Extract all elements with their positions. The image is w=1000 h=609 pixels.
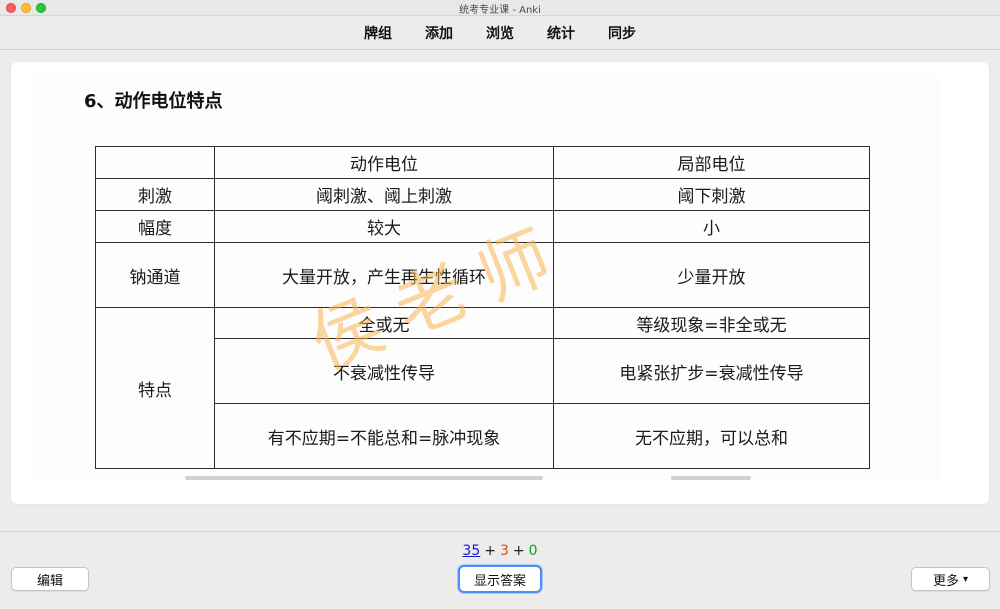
table-cell: 电紧张扩步=衰减性传导: [554, 339, 870, 404]
chevron-down-icon: ▾: [963, 574, 968, 585]
due-counts: 35+3+0: [0, 543, 1000, 559]
more-button[interactable]: 更多 ▾: [911, 567, 990, 591]
main-toolbar: 牌组 添加 浏览 统计 同步: [0, 17, 1000, 50]
more-button-label: 更多: [933, 570, 959, 589]
row-label: 幅度: [96, 211, 215, 243]
toolbar-sync[interactable]: 同步: [608, 21, 636, 45]
table-cell: 无不应期，可以总和: [554, 404, 870, 469]
row-label: 特点: [96, 308, 215, 469]
card-image: 6、动作电位特点 动作电位 局部电位 刺激 阈刺激、阈上刺激 阈下刺激 幅度 较…: [33, 76, 940, 480]
table-cell: 小: [554, 211, 870, 243]
table-row: 刺激 阈刺激、阈上刺激 阈下刺激: [96, 179, 870, 211]
learning-count: 3: [500, 543, 509, 559]
table-header-cell: 局部电位: [554, 147, 870, 179]
edit-button-label: 编辑: [37, 570, 63, 589]
toolbar-stats[interactable]: 统计: [547, 21, 575, 45]
image-scrollbar-left: [185, 476, 543, 480]
table-cell: 阈刺激、阈上刺激: [215, 179, 554, 211]
toolbar-decks[interactable]: 牌组: [364, 21, 392, 45]
review-count: 0: [529, 543, 538, 559]
table-cell: 等级现象=非全或无: [554, 308, 870, 339]
table-cell: 不衰减性传导: [215, 339, 554, 404]
toolbar-browse[interactable]: 浏览: [486, 21, 514, 45]
table-row: 特点 全或无 等级现象=非全或无: [96, 308, 870, 339]
row-label: 钠通道: [96, 243, 215, 308]
table-cell: 全或无: [215, 308, 554, 339]
title-bar: 统考专业课 - Anki: [0, 0, 1000, 16]
show-answer-button[interactable]: 显示答案: [458, 565, 542, 593]
table-row: 钠通道 大量开放，产生再生性循环 少量开放: [96, 243, 870, 308]
row-label: 刺激: [96, 179, 215, 211]
table-header-row: 动作电位 局部电位: [96, 147, 870, 179]
count-separator: +: [484, 543, 496, 559]
table-header-cell: 动作电位: [215, 147, 554, 179]
table-cell: 少量开放: [554, 243, 870, 308]
show-answer-label: 显示答案: [474, 570, 526, 589]
new-count[interactable]: 35: [462, 543, 480, 559]
window-title: 统考专业课 - Anki: [0, 1, 1000, 16]
table-cell: 有不应期=不能总和=脉冲现象: [215, 404, 554, 469]
table-header-cell: [96, 147, 215, 179]
table-cell: 较大: [215, 211, 554, 243]
image-scrollbar-right: [671, 476, 751, 480]
card-panel: 6、动作电位特点 动作电位 局部电位 刺激 阈刺激、阈上刺激 阈下刺激 幅度 较…: [11, 62, 989, 504]
edit-button[interactable]: 编辑: [11, 567, 89, 591]
bottom-bar: 35+3+0 编辑 显示答案 更多 ▾: [0, 531, 1000, 609]
table-cell: 阈下刺激: [554, 179, 870, 211]
card-heading: 6、动作电位特点: [84, 87, 223, 113]
toolbar-add[interactable]: 添加: [425, 21, 453, 45]
table-row: 幅度 较大 小: [96, 211, 870, 243]
table-cell: 大量开放，产生再生性循环: [215, 243, 554, 308]
comparison-table: 动作电位 局部电位 刺激 阈刺激、阈上刺激 阈下刺激 幅度 较大 小 钠通道 大…: [95, 146, 870, 469]
count-separator: +: [513, 543, 525, 559]
